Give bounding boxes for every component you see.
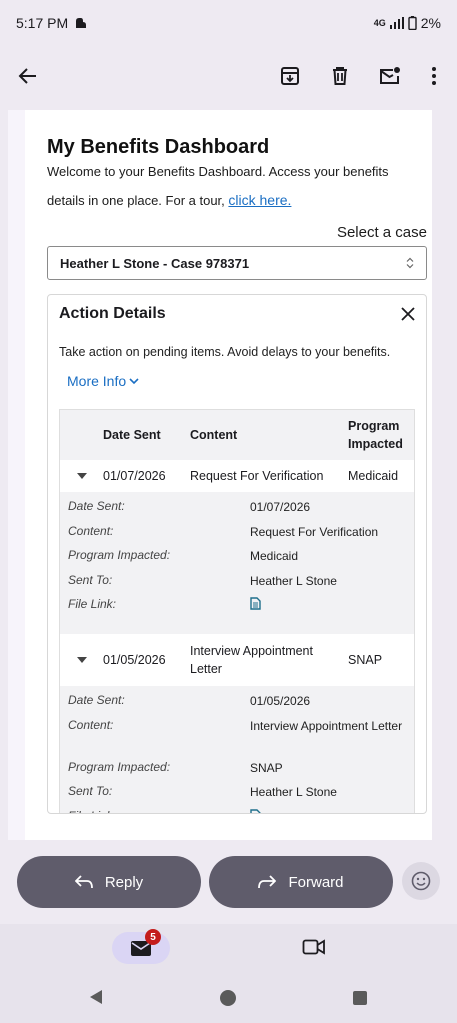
emoji-reaction-button[interactable] xyxy=(402,862,440,900)
forward-label: Forward xyxy=(288,873,344,891)
meet-tab[interactable] xyxy=(302,938,326,961)
intro-line-2-text: details in one place. For a tour, xyxy=(47,193,225,208)
row-content: Request For Verification xyxy=(190,469,324,483)
bottom-navigation: 5 xyxy=(0,924,457,1023)
status-bar: 5:17 PM 4G 2% xyxy=(0,0,457,46)
detail-label-sent-to: Sent To: xyxy=(68,784,113,798)
triangle-back-icon xyxy=(90,990,102,1004)
circle-home-icon xyxy=(220,990,236,1006)
detail-label-program: Program Impacted: xyxy=(68,548,171,562)
header-content: Content xyxy=(190,428,238,442)
detail-program: SNAP xyxy=(250,760,283,775)
square-recents-icon xyxy=(353,991,367,1005)
expand-caret-icon[interactable] xyxy=(76,473,87,479)
detail-label-date: Date Sent: xyxy=(68,693,125,707)
action-details-panel: Action Details Take action on pending it… xyxy=(47,294,427,814)
archive-icon[interactable] xyxy=(278,64,302,88)
case-select[interactable]: Heather L Stone - Case 978371 xyxy=(47,246,427,280)
system-recents-button[interactable] xyxy=(352,990,368,1011)
detail-program: Medicaid xyxy=(250,549,299,563)
row-program: SNAP xyxy=(348,653,383,667)
more-info-label: More Info xyxy=(67,373,127,389)
detail-label-sent-to: Sent To: xyxy=(68,572,113,587)
signal-icon xyxy=(389,17,404,29)
actions-table: Date Sent Content Program Impacted 01/07… xyxy=(59,409,415,815)
detail-date: 01/07/2026 xyxy=(250,500,311,514)
file-document-icon[interactable] xyxy=(250,808,261,815)
detail-label-date: Date Sent: xyxy=(68,499,125,513)
back-arrow-icon[interactable] xyxy=(16,64,40,88)
detail-content: Request For Verification xyxy=(250,524,379,539)
smiley-icon xyxy=(411,871,431,891)
delete-icon[interactable] xyxy=(328,64,352,88)
row-program: Medicaid xyxy=(348,469,399,483)
tour-link[interactable]: click here. xyxy=(228,192,291,208)
detail-sent-to: Heather L Stone xyxy=(250,573,337,588)
mark-unread-icon[interactable] xyxy=(378,64,402,88)
forward-button[interactable]: Forward xyxy=(209,856,393,908)
table-header: Date Sent Content Program Impacted xyxy=(60,410,414,460)
table-row[interactable]: 01/05/2026 Interview Appointment Letter … xyxy=(60,634,414,686)
battery-percent: 2% xyxy=(420,15,441,31)
unread-badge: 5 xyxy=(145,929,161,945)
detail-content: Interview Appointment Letter xyxy=(250,718,403,733)
detail-date: 01/05/2026 xyxy=(250,694,311,708)
file-document-icon[interactable] xyxy=(250,597,261,610)
detail-label-file-link: File Link: xyxy=(68,597,117,611)
mail-tab[interactable]: 5 xyxy=(112,929,170,964)
video-camera-icon xyxy=(302,939,325,955)
expand-caret-icon[interactable] xyxy=(76,657,87,663)
status-time: 5:17 PM xyxy=(16,15,69,31)
more-options-icon[interactable] xyxy=(422,64,446,88)
close-icon[interactable] xyxy=(401,307,415,321)
detail-sent-to: Heather L Stone xyxy=(250,785,337,799)
row-detail: Date Sent: 01/07/2026 Content: Request For… xyxy=(60,492,414,634)
intro-text: Welcome to your Benefits Dashboard. Acce… xyxy=(47,155,427,218)
top-app-bar xyxy=(0,46,457,106)
network-label: 4G xyxy=(373,18,386,28)
more-info-link[interactable]: More Info xyxy=(67,373,415,389)
reply-bar: Reply Forward xyxy=(0,840,457,924)
select-chevron-icon xyxy=(406,257,414,269)
reply-label: Reply xyxy=(104,873,144,891)
forward-icon xyxy=(258,875,277,889)
system-home-button[interactable] xyxy=(219,989,237,1012)
reply-icon xyxy=(74,875,93,889)
detail-label-file-link: File Link: xyxy=(68,809,250,814)
header-program-impacted: Program Impacted xyxy=(348,419,403,451)
header-date-sent: Date Sent xyxy=(103,428,161,442)
row-detail: Date Sent: 01/05/2026 Content: Interview A… xyxy=(60,686,414,815)
reply-button[interactable]: Reply xyxy=(17,856,201,908)
detail-label-content: Content: xyxy=(68,717,114,732)
detail-label-program: Program Impacted: xyxy=(68,759,171,774)
panel-description: Take action on pending items. Avoid dela… xyxy=(59,345,391,359)
table-row[interactable]: 01/07/2026 Request For Verification Medi… xyxy=(60,460,414,492)
panel-title: Action Details xyxy=(59,305,166,322)
email-body: My Benefits Dashboard Welcome to your Be… xyxy=(8,110,432,840)
row-content: Interview Appointment Letter xyxy=(190,644,313,676)
select-case-label: Select a case xyxy=(336,224,427,241)
dashboard-page: My Benefits Dashboard Welcome to your Be… xyxy=(25,110,432,840)
battery-icon xyxy=(408,16,417,30)
chevron-down-icon xyxy=(129,378,139,385)
detail-label-content: Content: xyxy=(68,523,114,538)
notification-icon xyxy=(76,18,87,28)
row-date: 01/07/2026 xyxy=(103,469,166,483)
row-date: 01/05/2026 xyxy=(103,653,166,667)
system-back-button[interactable] xyxy=(88,989,104,1010)
case-select-value: Heather L Stone - Case 978371 xyxy=(60,255,250,271)
